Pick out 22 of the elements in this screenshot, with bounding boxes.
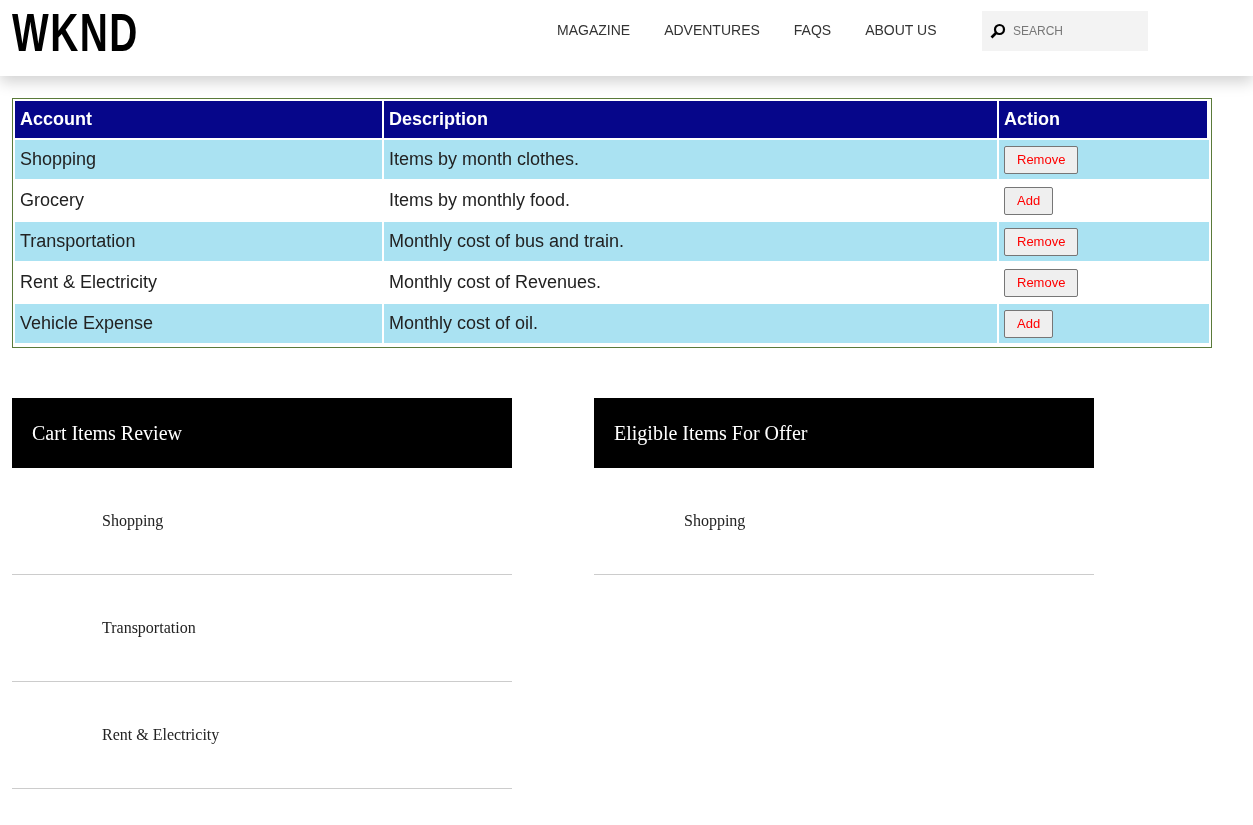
- table-cell: Items by month clothes.: [384, 140, 999, 181]
- table-cell: Monthly cost of bus and train.: [384, 222, 999, 263]
- panel-header: Cart Items Review: [12, 398, 512, 468]
- nav-link[interactable]: MAGAZINE: [557, 21, 631, 39]
- table-cell: Shopping: [15, 140, 384, 181]
- column-header: Account: [15, 101, 384, 140]
- table-cell: Transportation: [15, 222, 384, 263]
- nav-link[interactable]: ADVENTURES: [664, 21, 760, 39]
- column-header: Action: [999, 101, 1209, 140]
- search-field[interactable]: SEARCH: [982, 11, 1148, 51]
- list-item: Rent & Electricity: [102, 725, 220, 746]
- panel-header: Eligible Items For Offer: [594, 398, 1094, 468]
- list-item: Shopping: [102, 511, 164, 532]
- nav-link[interactable]: FAQS: [793, 21, 832, 39]
- list-item: Transportation: [102, 618, 196, 639]
- search-icon: [990, 23, 1006, 39]
- nav-link[interactable]: ABOUT US: [865, 21, 937, 39]
- logo[interactable]: WKND: [12, 2, 139, 62]
- table-cell: Vehicle Expense: [15, 304, 384, 345]
- table-cell: Monthly cost of oil.: [384, 304, 999, 345]
- list-item: Shopping: [684, 511, 746, 532]
- column-header: Description: [384, 101, 999, 140]
